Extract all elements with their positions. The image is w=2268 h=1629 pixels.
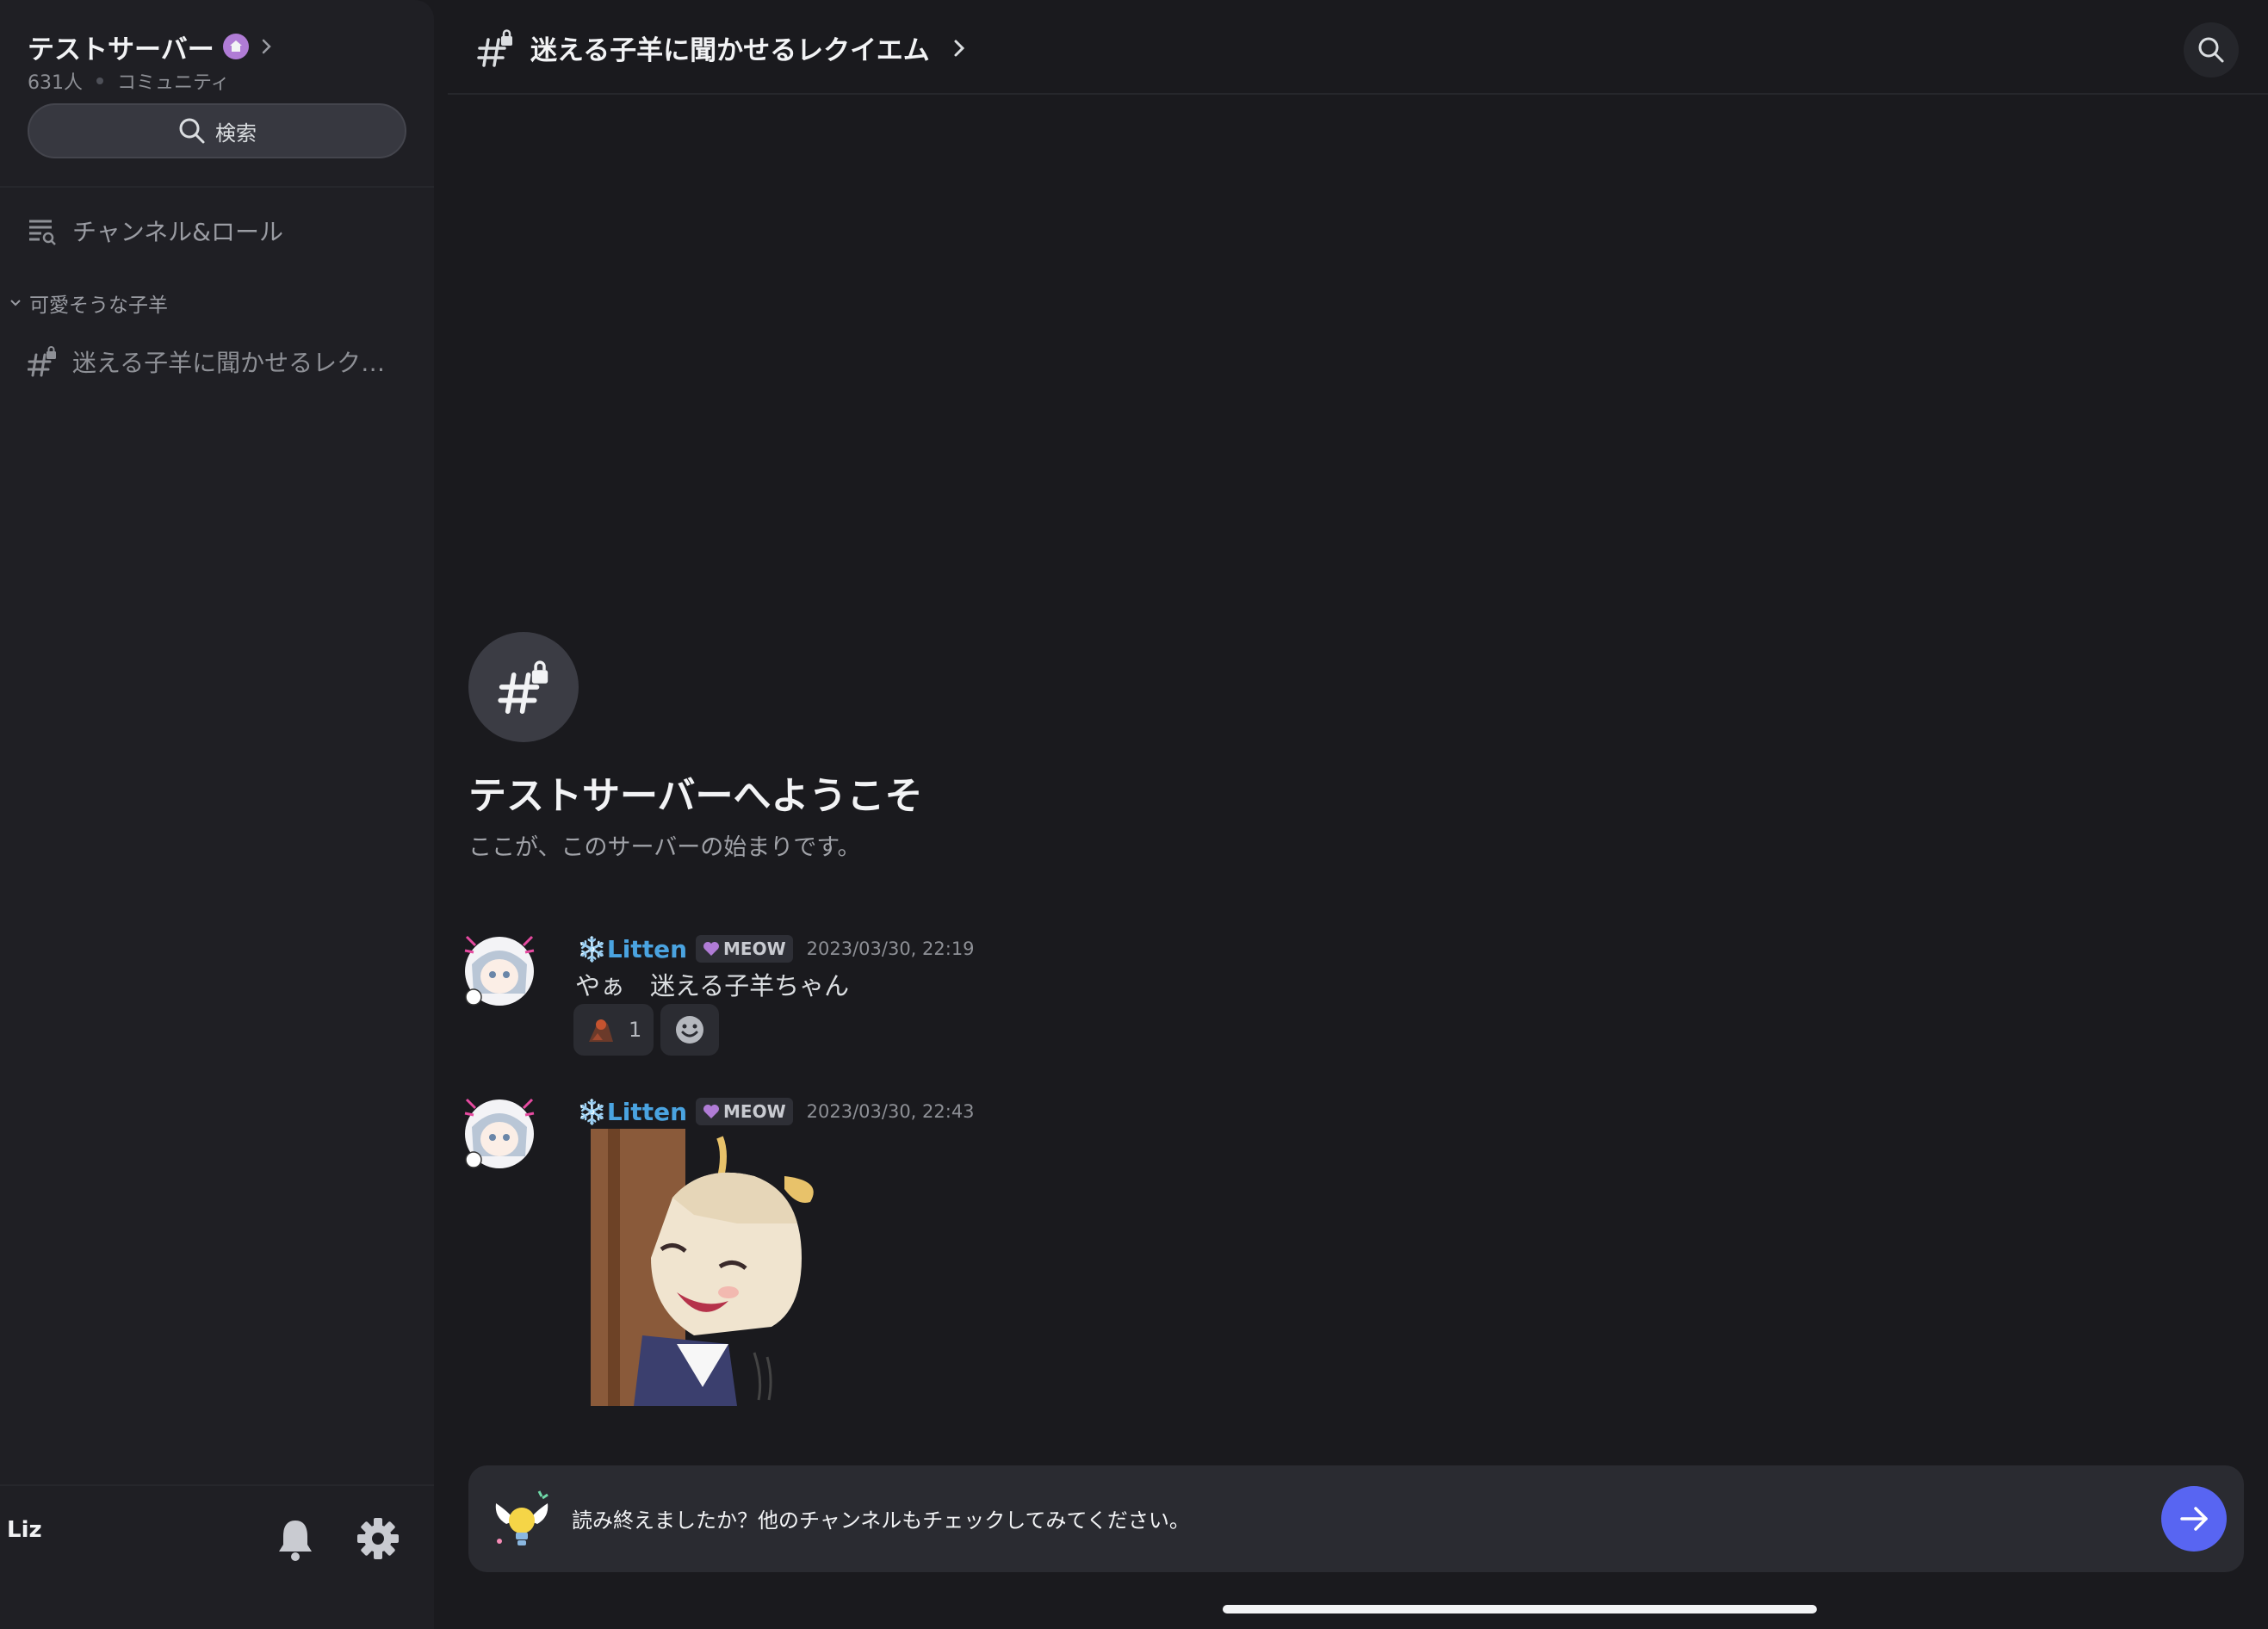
- sticker-image[interactable]: [591, 1129, 840, 1413]
- channel-header: 迷える子羊に聞かせるレクイエム: [448, 0, 2268, 95]
- chevron-right-icon[interactable]: [952, 38, 966, 59]
- heart-icon: [703, 1105, 719, 1118]
- search-button[interactable]: [2184, 22, 2239, 77]
- message-header: ❄️Litten MEOW 2023/03/30, 22:43: [575, 1096, 975, 1127]
- message-timestamp: 2023/03/30, 22:43: [806, 1101, 975, 1122]
- message-text: やぁ 迷える子羊ちゃん: [575, 971, 850, 1000]
- channel-label: 迷える子羊に聞かせるレク…: [72, 349, 386, 377]
- member-count: 631人: [28, 72, 83, 94]
- meta-separator-dot: [96, 77, 103, 84]
- sidebar-item-channel[interactable]: 迷える子羊に聞かせるレク…: [28, 343, 406, 381]
- reaction-bar: 1: [573, 1004, 726, 1056]
- message: ❄️Litten MEOW 2023/03/30, 22:19 やぁ 迷える子羊…: [463, 933, 2013, 1062]
- avatar[interactable]: [463, 933, 536, 1006]
- reaction-count: 1: [629, 1018, 642, 1042]
- server-header[interactable]: テストサーバー 631人 コミュニティ: [28, 26, 406, 95]
- category-label: 可愛そうな子羊: [29, 294, 168, 317]
- channels-and-roles-item[interactable]: チャンネル&ロール: [28, 212, 406, 250]
- server-meta: 631人 コミュニティ: [28, 67, 406, 95]
- server-name: テストサーバー: [28, 34, 214, 65]
- channels-and-roles-label: チャンネル&ロール: [72, 218, 283, 246]
- lightbulb-wings-icon: [495, 1490, 548, 1545]
- sidebar-divider: [0, 186, 434, 188]
- home-indicator[interactable]: [1223, 1605, 1817, 1614]
- role-tag-label: MEOW: [723, 1101, 786, 1122]
- channel-title[interactable]: 迷える子羊に聞かせるレクイエム: [530, 28, 930, 67]
- channel-category[interactable]: 可愛そうな子羊: [9, 288, 168, 319]
- server-name-row[interactable]: テストサーバー: [28, 26, 406, 67]
- add-reaction-button[interactable]: [660, 1004, 720, 1056]
- author-name[interactable]: ❄️Litten: [577, 935, 687, 963]
- reaction-chip[interactable]: 1: [573, 1004, 654, 1056]
- channel-welcome-icon: [468, 632, 579, 742]
- reaction-emoji-icon: [589, 1019, 613, 1042]
- smiley-icon: [676, 1016, 704, 1044]
- message: ❄️Litten MEOW 2023/03/30, 22:43: [463, 1096, 2013, 1423]
- gear-icon[interactable]: [355, 1515, 401, 1562]
- user-panel: Liz: [0, 1484, 434, 1629]
- search-icon: [2198, 37, 2224, 63]
- locked-text-channel-icon: [477, 29, 512, 67]
- role-tag[interactable]: MEOW: [696, 1098, 793, 1125]
- locked-text-channel-icon: [28, 346, 56, 377]
- search-button[interactable]: 検索: [28, 103, 406, 158]
- heart-icon: [703, 942, 719, 956]
- chevron-right-icon[interactable]: [259, 36, 275, 57]
- username[interactable]: Liz: [7, 1517, 42, 1543]
- author-name[interactable]: ❄️Litten: [577, 1098, 687, 1126]
- server-sidebar: テストサーバー 631人 コミュニティ 検索 チャンネル&ロール 可愛そうな子羊…: [0, 0, 434, 1629]
- role-tag-label: MEOW: [723, 938, 786, 959]
- bell-icon[interactable]: [274, 1517, 317, 1564]
- server-type: コミュニティ: [117, 72, 230, 94]
- search-label: 検索: [215, 121, 257, 146]
- read-all-prompt: 読み終えましたか？他のチャンネルもチェックしてみてください。: [468, 1465, 2244, 1572]
- read-all-prompt-text: 読み終えましたか？他のチャンネルもチェックしてみてください。: [572, 1508, 1190, 1533]
- search-icon: [179, 118, 205, 144]
- message-timestamp: 2023/03/30, 22:19: [806, 938, 975, 959]
- avatar[interactable]: [463, 1096, 536, 1168]
- role-tag[interactable]: MEOW: [696, 935, 793, 963]
- chat-main: 迷える子羊に聞かせるレクイエム テストサーバーへようこそ ここが、このサーバーの…: [448, 0, 2268, 1629]
- locked-text-channel-icon: [498, 660, 548, 714]
- next-channel-button[interactable]: [2161, 1486, 2227, 1552]
- welcome-title: テストサーバーへようこそ: [468, 774, 923, 818]
- arrow-right-icon: [2180, 1507, 2208, 1531]
- chevron-down-icon: [10, 300, 21, 307]
- message-header: ❄️Litten MEOW 2023/03/30, 22:19: [575, 933, 975, 964]
- server-boost-flower-icon: [222, 34, 249, 59]
- welcome-subtitle: ここが、このサーバーの始まりです。: [468, 834, 861, 861]
- channel-browse-icon: [29, 220, 56, 245]
